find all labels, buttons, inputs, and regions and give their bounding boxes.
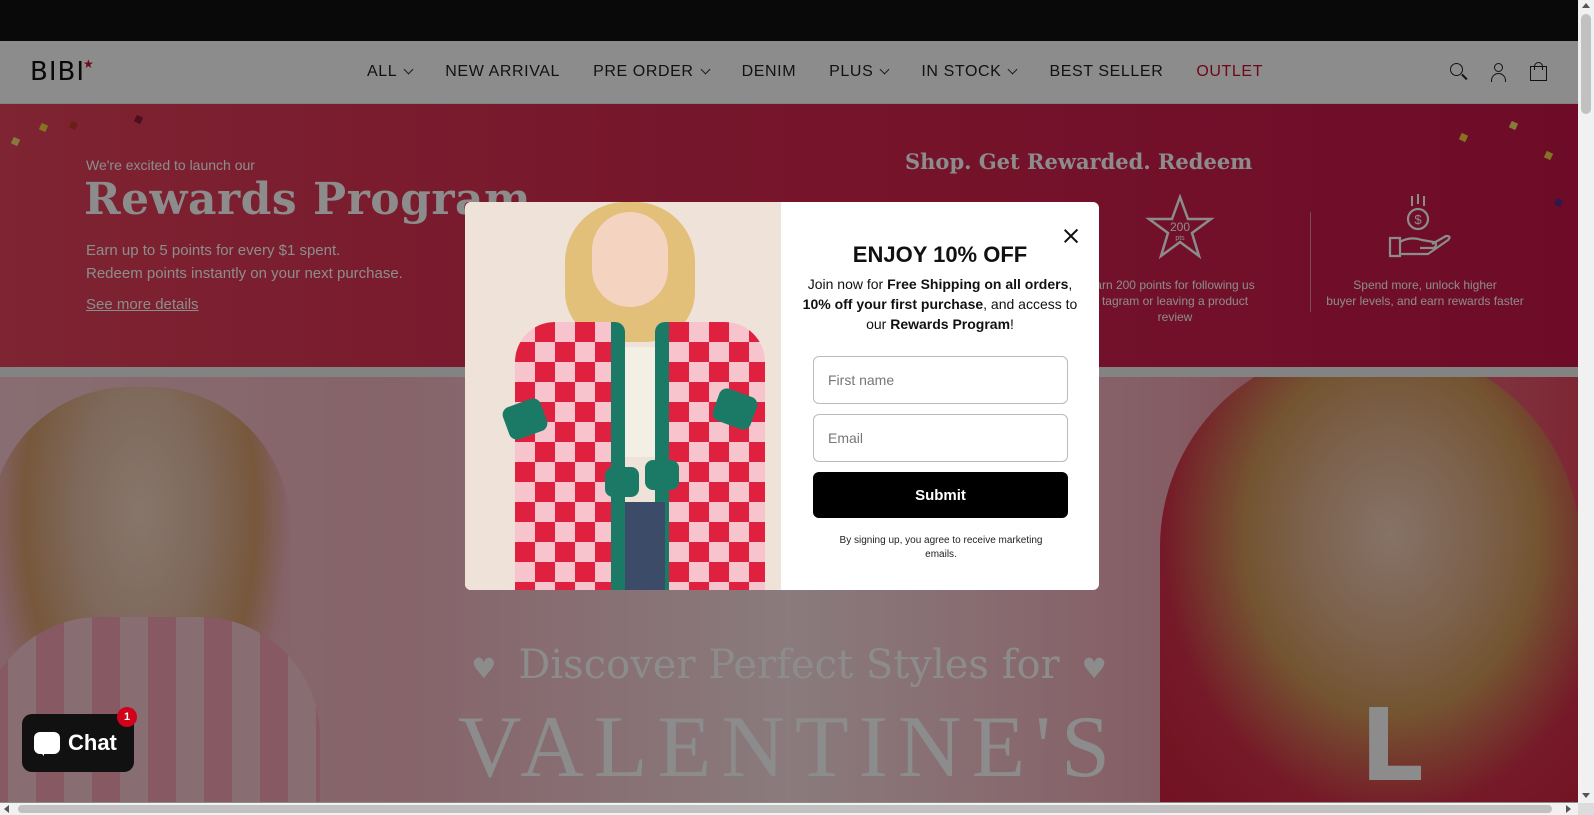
cuff-right [645,460,679,490]
horizontal-scroll-thumb[interactable] [18,805,1552,813]
scroll-right-arrow-icon[interactable] [1566,805,1571,813]
modal-content: ENJOY 10% OFF Join now for Free Shipping… [781,202,1099,590]
modal-description-text: Join now for [807,276,888,292]
marketing-disclaimer: By signing up, you agree to receive mark… [839,535,1043,560]
cuff-left [605,467,639,497]
chat-button[interactable]: Chat [22,714,134,772]
modal-description-bold: Free Shipping on all orders [887,276,1069,292]
modal-description-bold: 10% off your first purchase [802,296,984,312]
model-face [592,212,668,307]
scrollbar-corner [1578,803,1594,815]
modal-description: Join now for Free Shipping on all orders… [801,274,1079,334]
model-jeans [625,502,665,590]
modal-description-text: , [1068,276,1073,292]
chat-unread-badge: 1 [117,707,137,727]
cardigan-left [515,322,625,590]
scroll-down-arrow-icon[interactable] [1582,793,1590,798]
email-field[interactable] [813,414,1068,462]
vertical-scroll-thumb[interactable] [1581,14,1591,114]
modal-product-image [465,202,781,590]
cardigan-right [655,322,765,590]
chat-bubble-icon [34,732,60,756]
chat-label: Chat [68,730,117,755]
signup-modal: ENJOY 10% OFF Join now for Free Shipping… [465,202,1099,590]
modal-title: ENJOY 10% OFF [852,242,1028,267]
modal-description-text: ! [1010,316,1014,332]
modal-description-bold: Rewards Program [890,316,1011,332]
horizontal-scrollbar[interactable] [0,803,1578,815]
scroll-up-arrow-icon[interactable] [1582,3,1590,8]
first-name-field[interactable] [813,356,1068,404]
vertical-scrollbar[interactable] [1578,0,1594,803]
submit-button[interactable]: Submit [813,472,1068,518]
scroll-left-arrow-icon[interactable] [4,805,9,813]
